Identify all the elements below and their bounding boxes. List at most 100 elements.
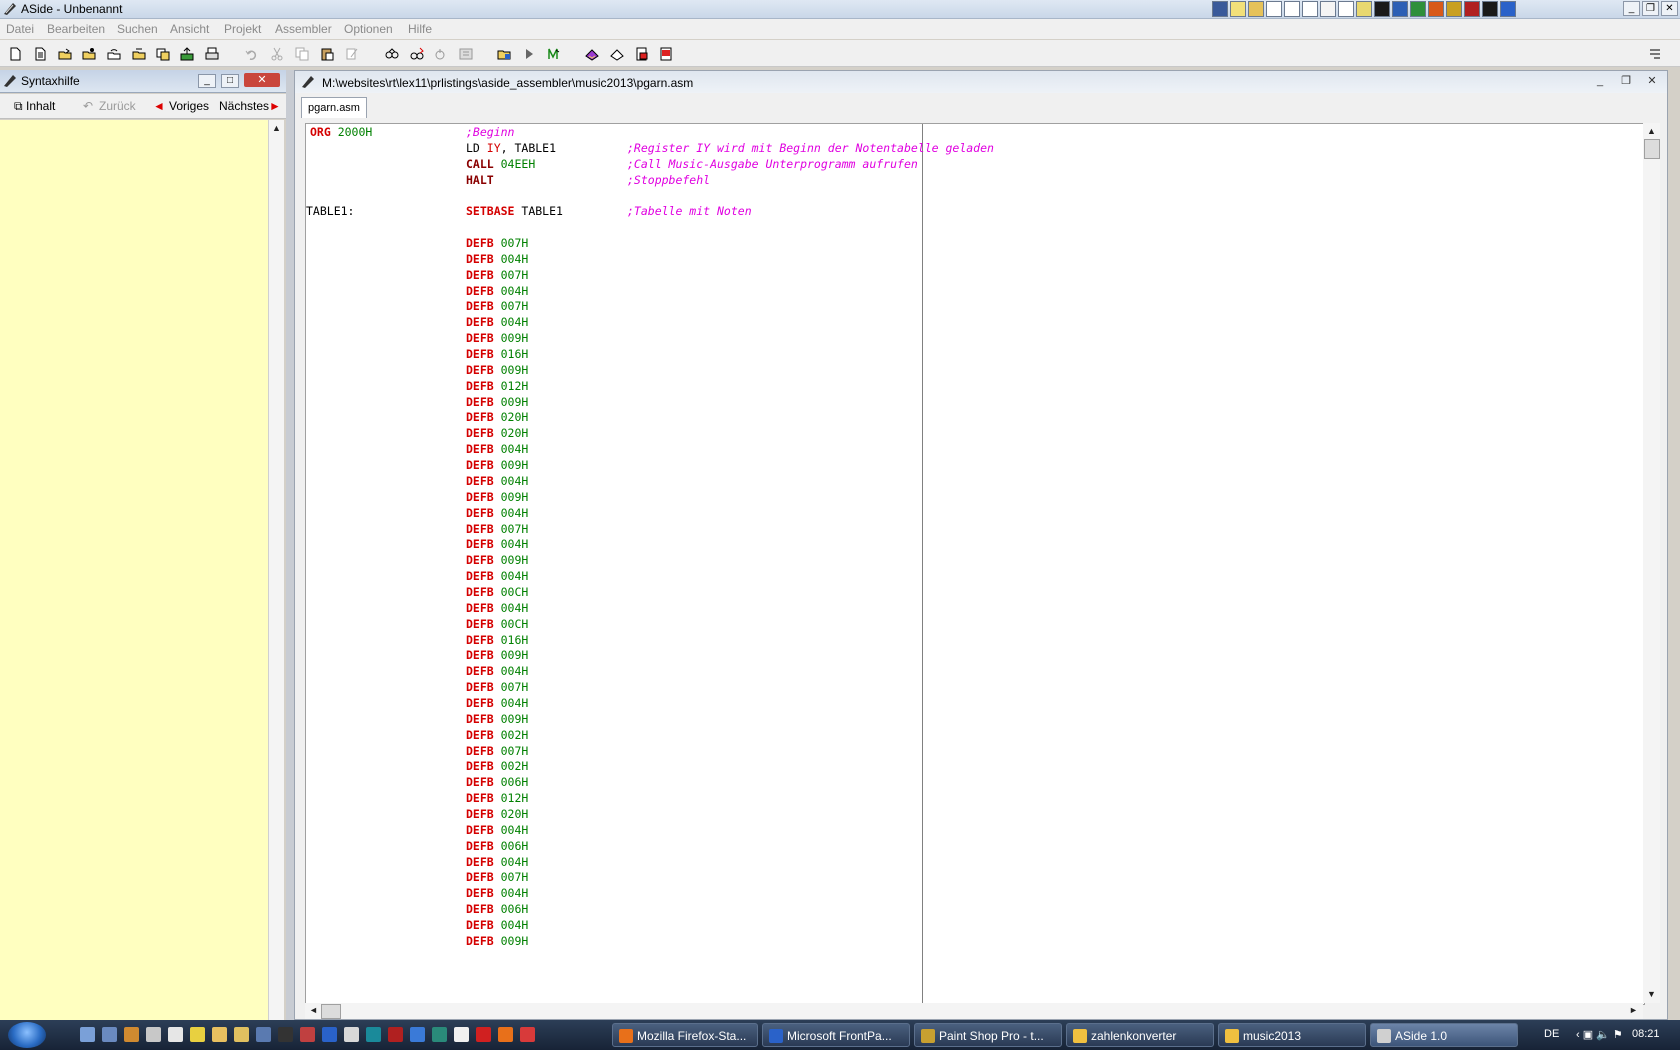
excel-icon[interactable] <box>1410 1 1426 17</box>
document-icon[interactable] <box>454 1027 469 1042</box>
settings-icon[interactable] <box>190 1027 205 1042</box>
new-file-icon[interactable] <box>8 47 22 61</box>
quicklaunch-icon[interactable] <box>1374 1 1390 17</box>
menu-bearbeiten[interactable]: Bearbeiten <box>47 22 105 36</box>
code-line[interactable]: DEFB 020H <box>306 807 1636 824</box>
save-all-icon[interactable] <box>156 47 170 61</box>
help-close-button[interactable]: ✕ <box>244 73 280 87</box>
code-line[interactable]: DEFB 002H <box>306 728 1636 745</box>
code-line[interactable]: DEFB 004H <box>306 886 1636 903</box>
reopen-icon[interactable] <box>107 47 121 61</box>
code-line[interactable]: DEFB 004H <box>306 664 1636 681</box>
code-line[interactable]: DEFB 006H <box>306 839 1636 856</box>
open-project-icon[interactable] <box>82 47 96 61</box>
help-contents-button[interactable]: ⧉ Inhalt <box>14 97 55 115</box>
help-maximize-button[interactable]: □ <box>221 74 239 88</box>
new-document-icon[interactable] <box>33 47 47 61</box>
editor-restore-button[interactable]: ❐ <box>1617 74 1635 88</box>
language-indicator[interactable]: DE <box>1544 1028 1559 1040</box>
code-line[interactable]: DEFB 002H <box>306 759 1636 776</box>
pencil-icon[interactable] <box>212 1027 227 1042</box>
taskbar-clock[interactable]: 08:21 <box>1632 1028 1660 1040</box>
code-line[interactable]: DEFB 006H <box>306 902 1636 919</box>
code-line[interactable]: DEFB 020H <box>306 426 1636 443</box>
firefox-icon[interactable] <box>498 1027 513 1042</box>
code-line[interactable]: TABLE1: SETBASE TABLE1 ;Tabelle mit Noten <box>306 204 1636 221</box>
code-line[interactable]: DEFB 004H <box>306 506 1636 523</box>
task-zahlenkonverter[interactable]: zahlenkonverter <box>1066 1023 1214 1047</box>
mail-icon[interactable] <box>1266 1 1282 17</box>
menu-datei[interactable]: Datei <box>6 22 34 36</box>
scroll-right-arrow-icon[interactable]: ► <box>1629 1005 1638 1015</box>
menu-optionen[interactable]: Optionen <box>344 22 393 36</box>
quicklaunch-icon[interactable] <box>1248 1 1264 17</box>
calculator-icon[interactable] <box>146 1027 161 1042</box>
editor-minimize-button[interactable]: _ <box>1591 74 1609 88</box>
code-line[interactable] <box>306 188 1636 205</box>
code-line[interactable]: DEFB 009H <box>306 712 1636 729</box>
code-line[interactable]: DEFB 004H <box>306 696 1636 713</box>
code-editor[interactable]: ORG 2000H ;Beginn LD IY, TABLE1 ;Register I… <box>305 123 1645 1005</box>
find-icon[interactable] <box>385 47 399 61</box>
code-line[interactable]: DEFB 004H <box>306 315 1636 332</box>
quicklaunch-icon[interactable] <box>1320 1 1336 17</box>
about-icon[interactable] <box>659 47 673 61</box>
editor-horizontal-scrollbar[interactable]: ◄ ► <box>305 1003 1643 1019</box>
code-line[interactable]: DEFB 007H <box>306 236 1636 253</box>
toolbar-options-icon[interactable] <box>1648 47 1662 61</box>
app-icon[interactable] <box>124 1027 139 1042</box>
ruler-icon[interactable] <box>234 1027 249 1042</box>
code-line[interactable]: DEFB 009H <box>306 648 1636 665</box>
code-line[interactable]: DEFB 020H <box>306 410 1636 427</box>
notepad-icon[interactable] <box>168 1027 183 1042</box>
save-icon[interactable] <box>132 47 146 61</box>
code-line[interactable]: DEFB 004H <box>306 601 1636 618</box>
replace-icon[interactable] <box>434 47 448 61</box>
code-line[interactable]: DEFB 004H <box>306 252 1636 269</box>
task-aside[interactable]: ASide 1.0 <box>1370 1023 1518 1047</box>
code-line[interactable]: DEFB 009H <box>306 490 1636 507</box>
open-file-icon[interactable] <box>58 47 72 61</box>
scroll-up-arrow-icon[interactable]: ▲ <box>1647 126 1656 136</box>
scroll-left-arrow-icon[interactable]: ◄ <box>309 1005 318 1015</box>
quicklaunch-icon[interactable] <box>1212 1 1228 17</box>
help-next-button[interactable]: Nächstes► <box>219 97 283 115</box>
code-line[interactable]: DEFB 009H <box>306 934 1636 951</box>
code-line[interactable]: DEFB 007H <box>306 680 1636 697</box>
help-topic-icon[interactable] <box>635 47 649 61</box>
code-line[interactable]: DEFB 009H <box>306 331 1636 348</box>
code-line[interactable]: DEFB 012H <box>306 791 1636 808</box>
quicklaunch-icon[interactable] <box>1230 1 1246 17</box>
minimize-button[interactable]: _ <box>1623 1 1640 16</box>
menu-hilfe[interactable]: Hilfe <box>408 22 432 36</box>
quicklaunch-icon[interactable] <box>1446 1 1462 17</box>
code-line[interactable]: DEFB 004H <box>306 474 1636 491</box>
copy-icon[interactable] <box>295 47 309 61</box>
tool-icon[interactable] <box>300 1027 315 1042</box>
arduino-icon[interactable] <box>366 1027 381 1042</box>
code-line[interactable]: DEFB 004H <box>306 442 1636 459</box>
code-line[interactable]: DEFB 00CH <box>306 585 1636 602</box>
task-firefox[interactable]: Mozilla Firefox-Sta... <box>612 1023 758 1047</box>
code-line[interactable]: DEFB 007H <box>306 870 1636 887</box>
code-line[interactable]: CALL 04EEH ;Call Music-Ausgabe Unterprogr… <box>306 157 1636 174</box>
globe-icon[interactable] <box>410 1027 425 1042</box>
paste-icon[interactable] <box>320 47 334 61</box>
p-app-icon[interactable] <box>476 1027 491 1042</box>
close-button[interactable]: ✕ <box>1661 1 1678 16</box>
vertical-scroll-thumb[interactable] <box>1644 139 1660 159</box>
code-line[interactable]: DEFB 004H <box>306 537 1636 554</box>
panel-splitter[interactable] <box>286 70 294 1020</box>
help-content-area[interactable] <box>0 120 268 1020</box>
code-line[interactable] <box>306 220 1636 237</box>
m-app-icon[interactable] <box>432 1027 447 1042</box>
code-line[interactable]: DEFB 007H <box>306 299 1636 316</box>
monitor-icon[interactable] <box>256 1027 271 1042</box>
help-book-icon[interactable] <box>585 47 599 61</box>
help-back-button[interactable]: ↶ Zurück <box>83 97 136 115</box>
code-line[interactable]: DEFB 016H <box>306 347 1636 364</box>
editor-close-button[interactable]: ✕ <box>1643 74 1661 88</box>
project-folder-icon[interactable] <box>497 47 511 61</box>
system-tray-icons[interactable]: ‹ ▣ 🔈 ⚑ <box>1576 1028 1623 1041</box>
powerpoint-icon[interactable] <box>1428 1 1444 17</box>
